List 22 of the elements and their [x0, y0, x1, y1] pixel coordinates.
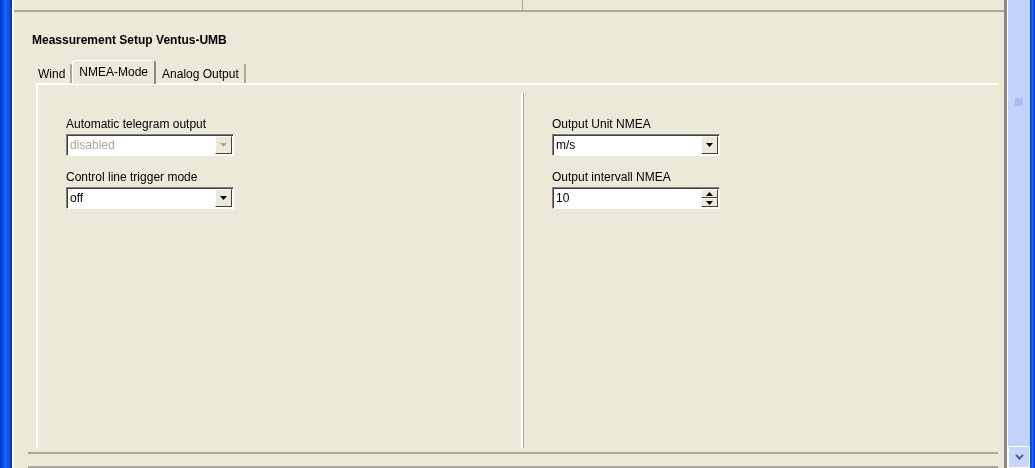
chevron-down-icon — [1014, 454, 1024, 460]
field-label: Output intervall NMEA — [552, 170, 672, 184]
down-arrow-icon — [706, 200, 713, 205]
dropdown[interactable]: off — [66, 187, 234, 209]
field-label: Control line trigger mode — [66, 170, 199, 184]
scroll-down-button[interactable] — [1008, 446, 1030, 468]
caret-icon — [220, 143, 227, 147]
grip-icon — [1015, 98, 1023, 106]
up-arrow-icon — [706, 191, 713, 196]
field-label: Automatic telegram output — [66, 117, 208, 131]
tab[interactable]: NMEA-Mode — [72, 60, 157, 84]
spin-down-button[interactable] — [701, 198, 718, 207]
dropdown-button[interactable] — [701, 136, 718, 154]
dropdown[interactable]: m/s — [552, 134, 720, 156]
spin-up-button[interactable] — [701, 189, 718, 198]
scrollbar[interactable] — [1007, 0, 1030, 468]
caret-icon — [220, 196, 227, 200]
spin-field[interactable]: 10 — [552, 187, 720, 209]
dropdown-button[interactable] — [215, 189, 232, 207]
caret-icon — [706, 143, 713, 147]
field-label: Output Unit NMEA — [552, 117, 652, 131]
section-title: Meassurement Setup Ventus-UMB — [31, 32, 228, 49]
